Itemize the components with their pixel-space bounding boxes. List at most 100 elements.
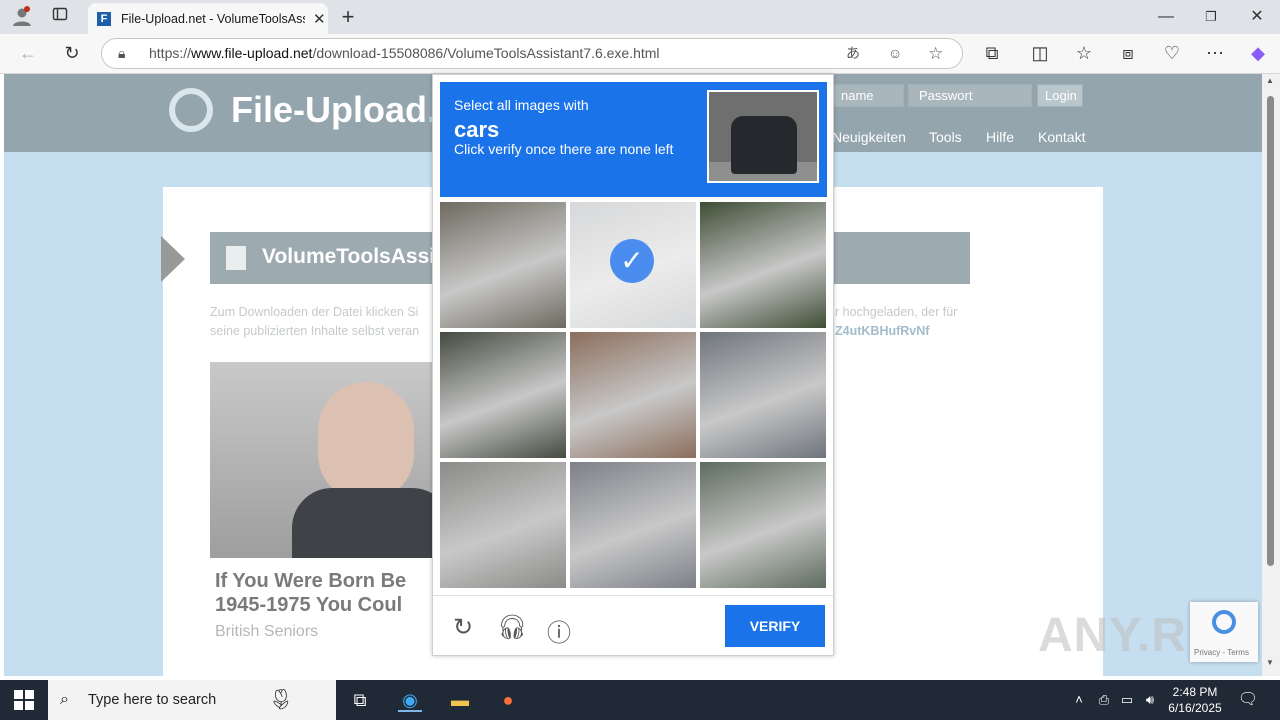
example-car <box>731 116 797 174</box>
favorites-icon[interactable]: ☆ <box>1072 43 1096 64</box>
ad-person-face <box>318 382 414 502</box>
ad-source[interactable]: British Seniors <box>215 623 318 641</box>
password-input[interactable]: Passwort <box>908 84 1032 107</box>
ad-person-body <box>292 488 440 558</box>
file-upload-favicon-icon: F <box>97 11 111 26</box>
minimize-button[interactable]: — <box>1154 6 1178 28</box>
captcha-tile-highway-rail[interactable] <box>440 202 566 328</box>
site-logo[interactable]: File-Upload.n <box>169 88 459 132</box>
clock-date: 6/16/2025 <box>1168 701 1222 715</box>
reload-icon[interactable]: ↻ <box>449 613 477 642</box>
network-icon[interactable]: ▭ <box>1115 688 1139 712</box>
scroll-down-icon[interactable]: ▼ <box>1266 658 1274 667</box>
taskbar-clock[interactable]: 2:48 PM 6/16/2025 <box>1160 684 1230 716</box>
selected-check-icon: ✓ <box>610 239 654 283</box>
captcha-example-image <box>707 90 819 183</box>
recaptcha-logo-icon <box>1212 610 1236 634</box>
ad-title-line-2: 1945-1975 You Coul <box>215 594 403 616</box>
logo-text: File-Upload <box>231 89 427 130</box>
favorite-star-icon[interactable]: ☆ <box>928 39 943 68</box>
back-icon[interactable]: ← <box>16 43 40 64</box>
ad-title[interactable]: If You Were Born Be 1945-1975 You Coul <box>215 569 406 617</box>
captcha-tile-overpass[interactable] <box>700 462 826 588</box>
captcha-header: Select all images with cars Click verify… <box>440 82 827 197</box>
captcha-subinstruction: Click verify once there are none left <box>454 141 674 157</box>
copilot-icon[interactable]: ◆ <box>1246 43 1270 64</box>
settings-more-icon[interactable]: ⋯ <box>1203 43 1227 64</box>
file-name: VolumeToolsAssis <box>262 245 447 268</box>
captcha-instruction: Select all images with <box>454 97 589 113</box>
lock-icon[interactable]: 🔒︎ <box>118 39 125 68</box>
tab-title: File-Upload.net - VolumeToolsAssistant7.… <box>121 11 305 26</box>
extensions-icon[interactable]: ⧉ <box>980 43 1004 64</box>
refresh-icon[interactable]: ↻ <box>60 43 84 64</box>
info-left-line-1: Zum Downloaden der Datei klicken Si <box>210 305 419 319</box>
captcha-challenge: Select all images with cars Click verify… <box>432 74 834 656</box>
search-icon: ⌕ <box>60 691 69 708</box>
download-info-left: Zum Downloaden der Datei klicken Si sein… <box>210 303 419 341</box>
task-view-icon[interactable]: ⧉ <box>348 688 372 712</box>
logo-arrow-icon <box>169 88 213 132</box>
more-tools-icon[interactable]: ☺ <box>888 39 902 68</box>
volume-icon[interactable]: 🔊︎ <box>1138 688 1162 712</box>
captcha-divider <box>433 595 833 596</box>
browser-toolbar: ← ↻ 🔒︎ https://www.file-upload.net/downl… <box>0 34 1280 74</box>
verify-button[interactable]: VERIFY <box>725 605 825 647</box>
ad-title-line-1: If You Were Born Be <box>215 570 407 592</box>
profile-icon[interactable] <box>10 5 34 34</box>
scrollbar-thumb[interactable] <box>1267 96 1274 566</box>
scroll-up-icon[interactable]: ▲ <box>1266 76 1274 85</box>
download-info-right: r hochgeladen, der für Z4utKBHufRvNf <box>835 303 957 341</box>
menu-news[interactable]: Neuigkeiten <box>832 129 906 145</box>
clock-time: 2:48 PM <box>1172 685 1218 699</box>
collections-icon[interactable]: ⧈ <box>1116 43 1140 64</box>
captcha-tile-road-power-lines[interactable] <box>440 462 566 588</box>
ad-image[interactable] <box>210 362 440 558</box>
read-aloud-icon[interactable]: あ <box>846 39 860 68</box>
captcha-tile-house-palm[interactable] <box>570 332 696 458</box>
split-screen-icon[interactable]: ◫ <box>1028 43 1052 64</box>
captcha-tile-fire-hydrant[interactable] <box>700 202 826 328</box>
url-path: /download-15508086/VolumeToolsAssistant7… <box>312 45 660 61</box>
windows-taskbar: ⌕ Type here to search 🌷︎ ⧉ ◉ ▬ ● ˄ ⎙ ▭ 🔊… <box>0 680 1280 720</box>
username-input[interactable]: name <box>830 84 904 107</box>
browser-essentials-icon[interactable]: ♡ <box>1160 43 1184 64</box>
address-bar[interactable]: 🔒︎ https://www.file-upload.net/download-… <box>101 38 963 69</box>
info-left-line-2: seine publizierten Inhalte selbst veran <box>210 324 420 338</box>
notifications-icon[interactable]: 🗨︎ <box>1236 688 1260 712</box>
captcha-target: cars <box>454 117 500 142</box>
tulip-flowers-icon: 🌷︎ <box>268 689 294 711</box>
login-button[interactable]: Login <box>1037 84 1083 107</box>
captcha-tile-street-sign[interactable] <box>440 332 566 458</box>
menu-tools[interactable]: Tools <box>929 129 962 145</box>
file-hash-link[interactable]: Z4utKBHufRvNf <box>835 322 957 341</box>
menu-contact[interactable]: Kontakt <box>1038 129 1085 145</box>
audio-challenge-icon[interactable]: 🎧︎ <box>497 613 527 642</box>
captcha-tile-city-street[interactable] <box>700 332 826 458</box>
close-tab-icon[interactable]: ✕ <box>313 10 326 28</box>
captcha-tile-chimney-tower[interactable] <box>570 462 696 588</box>
url-prefix: https:// <box>149 45 192 61</box>
recaptcha-badge[interactable]: Privacy - Terms <box>1190 602 1258 662</box>
taskbar-search-box[interactable]: ⌕ Type here to search 🌷︎ <box>48 680 336 720</box>
menu-help[interactable]: Hilfe <box>986 129 1014 145</box>
info-right-line-1: r hochgeladen, der für <box>835 305 958 319</box>
file-explorer-icon[interactable]: ▬ <box>448 688 472 712</box>
firefox-icon[interactable]: ● <box>496 688 520 712</box>
info-icon[interactable]: ⓘ <box>545 613 573 648</box>
start-windows-icon[interactable] <box>14 690 34 710</box>
page-scrollbar[interactable]: ▲ ▼ <box>1262 74 1280 676</box>
recaptcha-terms[interactable]: Privacy - Terms <box>1194 648 1249 657</box>
restore-button[interactable]: ❐ <box>1199 6 1223 28</box>
edge-taskbar-icon[interactable]: ◉ <box>398 688 422 712</box>
document-icon <box>226 246 246 270</box>
tab-actions-icon[interactable] <box>48 6 72 29</box>
taskbar-search-placeholder: Type here to search <box>88 692 217 708</box>
close-window-button[interactable]: ✕ <box>1245 6 1269 28</box>
browser-tab-active[interactable]: F File-Upload.net - VolumeToolsAssistant… <box>88 3 328 34</box>
section-arrow-icon <box>161 236 185 282</box>
tray-overflow-icon[interactable]: ˄ <box>1067 688 1091 712</box>
url-host: www.file-upload.net <box>191 45 313 61</box>
new-tab-button[interactable]: + <box>336 6 360 28</box>
tray-device-icon[interactable]: ⎙ <box>1092 688 1116 712</box>
